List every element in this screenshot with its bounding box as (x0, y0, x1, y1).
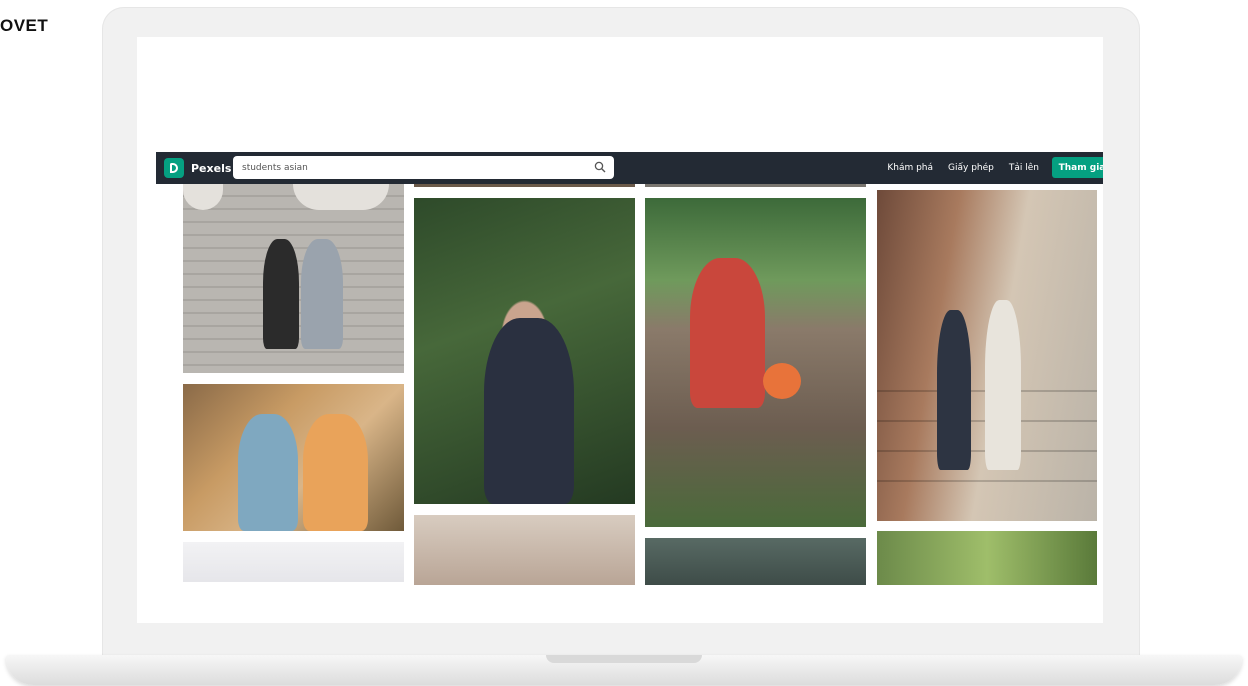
hat (763, 363, 801, 399)
top-navbar: Pexels Khám phá Giấy phép Tải lên ··· Th… (156, 152, 1103, 184)
column-base (293, 184, 389, 210)
nav-links: Khám phá Giấy phép Tải lên ··· (872, 152, 1068, 184)
photo-students-on-stairs[interactable] (183, 184, 404, 373)
search-icon[interactable] (594, 161, 606, 173)
photo-student-smiling-with-books[interactable] (414, 198, 635, 504)
person-figure (985, 300, 1021, 470)
nav-link-explore[interactable]: Khám phá (887, 163, 933, 173)
photo-strip (414, 184, 635, 187)
photo-students-walking-stairs[interactable] (877, 190, 1097, 521)
pexels-logo-icon[interactable] (164, 158, 184, 178)
person-figure (238, 414, 298, 531)
photo-students-group[interactable] (645, 538, 866, 585)
browser-screen: Pexels Khám phá Giấy phép Tải lên ··· Th… (137, 37, 1103, 623)
brand-tag: OVET (0, 16, 49, 35)
person-figure (690, 258, 765, 408)
person-figure (301, 239, 343, 349)
photo-two-students-reading[interactable] (183, 384, 404, 531)
column-base (183, 184, 223, 210)
photo-girl-reading-on-roof[interactable] (645, 198, 866, 527)
person-figure (484, 318, 574, 504)
person-figure (263, 239, 299, 349)
photo-trees[interactable] (877, 531, 1097, 585)
nav-link-upload[interactable]: Tải lên (1009, 163, 1039, 173)
search-bar[interactable] (233, 156, 614, 179)
laptop-notch (546, 655, 702, 663)
person-figure (937, 310, 971, 470)
photo-strip (645, 184, 866, 187)
nav-link-license[interactable]: Giấy phép (948, 163, 994, 173)
person-figure (303, 414, 368, 531)
search-input[interactable] (242, 162, 582, 173)
logo-text[interactable]: Pexels (191, 162, 231, 175)
stair-line (877, 480, 1097, 482)
join-button[interactable]: Tham gia (1052, 157, 1103, 178)
photo-two-women[interactable] (414, 515, 635, 585)
photo-classroom[interactable] (183, 542, 404, 582)
